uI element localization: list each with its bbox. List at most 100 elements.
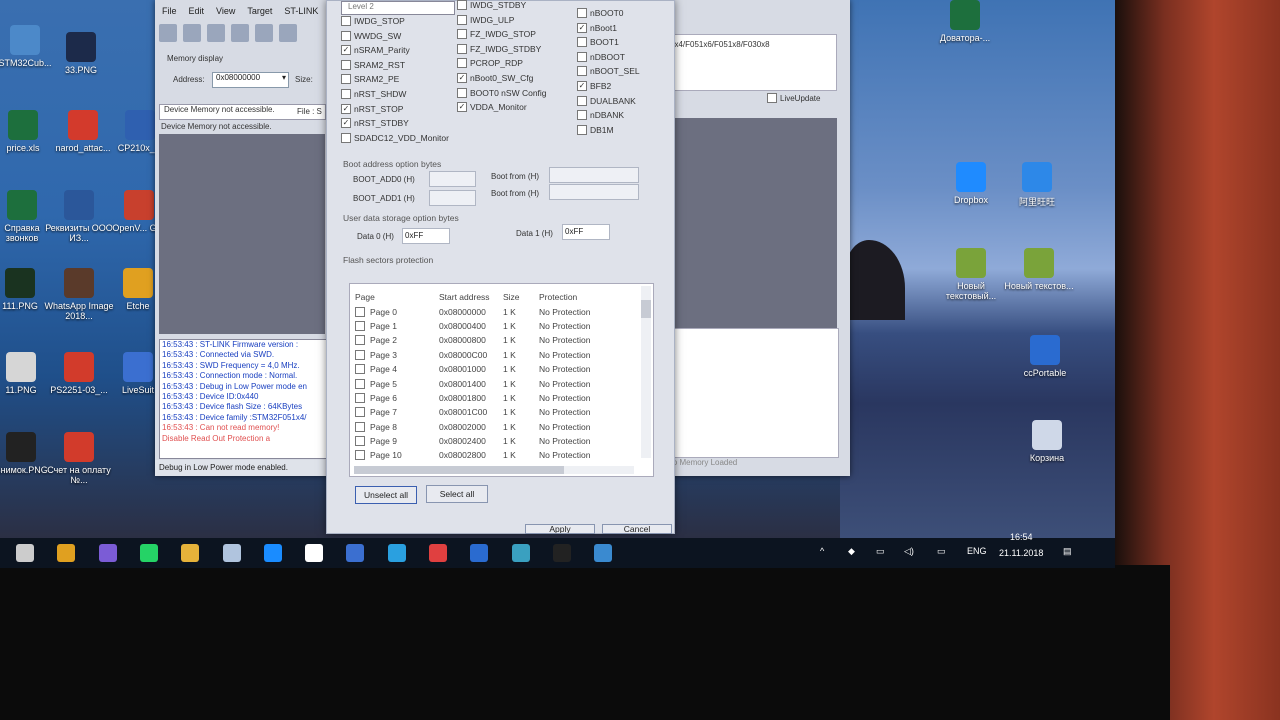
notification-icon[interactable]: ▤ [1063, 546, 1072, 557]
checkbox-box[interactable] [341, 16, 351, 26]
option-checkbox[interactable]: BOOT0 nSW Config [457, 86, 547, 100]
option-checkbox[interactable]: ✓ nRST_STDBY [341, 116, 449, 130]
stlink-icon[interactable] [594, 544, 613, 562]
page-checkbox[interactable] [355, 407, 365, 418]
desktop-icon[interactable]: ccPortable [1010, 335, 1080, 378]
volume-icon[interactable]: ◁) [904, 546, 914, 557]
table-row[interactable]: Page 8 0x08002000 1 K No Protection [350, 420, 653, 434]
app-icon[interactable] [222, 544, 241, 562]
checkbox-box[interactable] [577, 66, 587, 77]
checkbox-box[interactable] [457, 58, 467, 69]
option-checkbox[interactable]: nRST_SHDW [341, 87, 449, 101]
unselect-all-button[interactable]: Unselect all [355, 486, 417, 504]
scrollbar-thumb[interactable] [641, 300, 651, 318]
program-icon[interactable] [279, 24, 297, 42]
option-checkbox[interactable]: IWDG_ULP [457, 13, 547, 27]
task-view-icon[interactable] [16, 544, 34, 562]
header-start-address[interactable]: Start address [439, 292, 503, 302]
checkbox-box[interactable] [457, 87, 467, 98]
desktop-icon[interactable]: Новый текстов... [1004, 248, 1074, 291]
rdp-level-select[interactable]: Level 2 [341, 1, 455, 15]
option-checkbox[interactable]: nBOOT0 [577, 6, 640, 20]
option-checkbox[interactable]: PCROP_RDP [457, 56, 547, 70]
option-checkbox[interactable]: ✓ nBoot1 [577, 21, 640, 35]
table-row[interactable]: Page 6 0x08001800 1 K No Protection [350, 391, 653, 405]
option-checkbox[interactable]: SRAM2_PE [341, 72, 449, 86]
erase-icon[interactable] [255, 24, 273, 42]
checkbox-box[interactable]: ✓ [577, 22, 587, 33]
option-checkbox[interactable]: DUALBANK [577, 94, 640, 108]
checkbox-box[interactable] [577, 124, 587, 135]
page-checkbox[interactable] [355, 450, 365, 461]
option-checkbox[interactable]: SRAM2_RST [341, 58, 449, 72]
table-row[interactable]: Page 5 0x08001400 1 K No Protection [350, 376, 653, 390]
page-checkbox[interactable] [355, 421, 365, 432]
page-cell[interactable]: Page 7 [350, 407, 439, 418]
chevron-up-icon[interactable]: ^ [820, 546, 824, 556]
page-checkbox[interactable] [355, 335, 365, 346]
checkbox-box[interactable] [577, 95, 587, 106]
page-checkbox[interactable] [355, 349, 365, 360]
checkbox-box[interactable] [577, 8, 587, 18]
option-checkbox[interactable]: IWDG_STOP [341, 14, 449, 28]
chrome-icon[interactable] [57, 544, 76, 562]
desktop-icon[interactable]: 33.PNG [46, 32, 116, 75]
save-icon[interactable] [346, 544, 365, 562]
page-checkbox[interactable] [355, 364, 365, 375]
cancel-button[interactable]: Cancel [602, 524, 672, 534]
menu-file[interactable]: File [162, 6, 177, 20]
option-checkbox[interactable]: ✓ BFB2 [577, 79, 640, 93]
address-input[interactable]: 0x08000000 ▾ [212, 72, 289, 88]
desktop-icon[interactable]: Dropbox [936, 162, 1006, 205]
language-indicator[interactable]: ENG [967, 546, 987, 556]
page-cell[interactable]: Page 0 [350, 306, 439, 317]
boot-from-input-1[interactable] [549, 184, 639, 200]
data0-input[interactable]: 0xFF [402, 228, 450, 244]
option-checkbox[interactable]: FZ_IWDG_STDBY [457, 42, 547, 56]
header-size[interactable]: Size [503, 292, 539, 302]
option-checkbox[interactable]: nBOOT_SEL [577, 64, 640, 78]
checkbox-box[interactable] [341, 59, 351, 70]
horizontal-scrollbar[interactable] [354, 466, 634, 474]
checkbox-box[interactable]: ✓ [341, 103, 351, 114]
connect-icon[interactable] [207, 24, 225, 42]
checkbox-box[interactable] [577, 110, 587, 121]
table-row[interactable]: Page 7 0x08001C00 1 K No Protection [350, 405, 653, 419]
option-checkbox[interactable]: ✓ nSRAM_Parity [341, 43, 449, 57]
checkbox-box[interactable] [341, 30, 351, 41]
browser-icon[interactable] [387, 544, 406, 562]
page-checkbox[interactable] [355, 436, 365, 447]
desktop-icon[interactable]: 阿里旺旺 [1002, 162, 1072, 208]
flash-sectors-table[interactable]: Page Start address Size Protection Page … [349, 283, 654, 477]
data1-input[interactable]: 0xFF [562, 224, 610, 240]
dropbox-tray-icon[interactable]: ◆ [848, 546, 855, 557]
menu-target[interactable]: Target [247, 6, 272, 20]
keyboard-icon[interactable]: ▭ [937, 546, 946, 557]
checkbox-box[interactable] [341, 74, 351, 85]
page-cell[interactable]: Page 4 [350, 364, 439, 375]
clock-date[interactable]: 21.11.2018 [999, 548, 1043, 558]
h-scrollbar-thumb[interactable] [354, 466, 564, 474]
boot-add1-input[interactable] [429, 190, 476, 206]
clock-time[interactable]: 16:54 [1010, 532, 1033, 542]
checkbox-box[interactable]: ✓ [457, 102, 467, 113]
option-checkbox[interactable]: ✓ nRST_STOP [341, 102, 449, 116]
page-cell[interactable]: Page 8 [350, 421, 439, 432]
checkbox-box[interactable]: ✓ [341, 45, 351, 56]
ssls-icon[interactable] [470, 544, 489, 562]
whatsapp-icon[interactable] [139, 544, 158, 562]
option-checkbox[interactable]: FZ_IWDG_STOP [457, 27, 547, 41]
terminal-icon[interactable] [552, 544, 571, 562]
table-row[interactable]: Page 3 0x08000C00 1 K No Protection [350, 348, 653, 362]
checkbox-box[interactable]: ✓ [577, 80, 587, 91]
disconnect-icon[interactable] [231, 24, 249, 42]
page-cell[interactable]: Page 2 [350, 335, 439, 346]
option-checkbox[interactable]: IWDG_STDBY [457, 0, 547, 12]
desktop-icon[interactable]: Корзина [1012, 420, 1082, 463]
notes-icon[interactable] [305, 544, 324, 562]
checkbox-box[interactable] [457, 14, 467, 25]
checkbox-box[interactable]: ✓ [457, 72, 467, 83]
page-checkbox[interactable] [355, 392, 365, 403]
menu-stlink[interactable]: ST-LINK [284, 6, 318, 20]
checkbox-box[interactable] [457, 29, 467, 40]
